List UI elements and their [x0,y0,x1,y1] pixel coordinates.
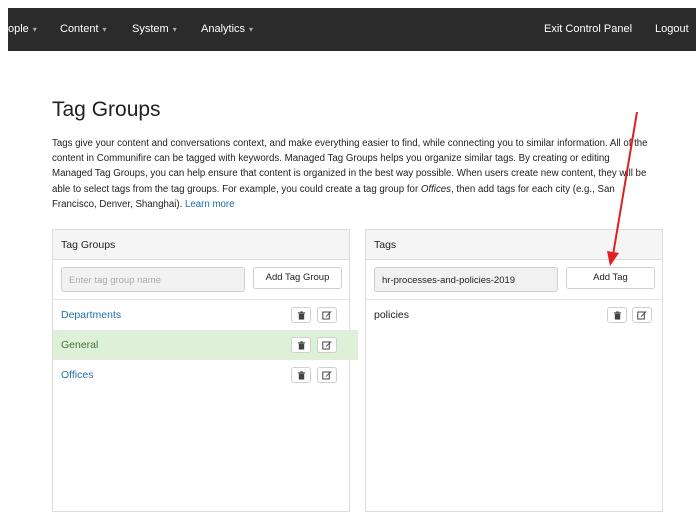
tags-panel-title: Tags [366,230,662,260]
learn-more-link[interactable]: Learn more [185,199,235,210]
delete-group-button[interactable] [291,307,311,323]
tag-group-label: General [61,339,99,351]
nav-item-content[interactable]: Content ▾ [60,23,107,35]
chevron-down-icon: ▾ [249,25,254,34]
nav-item-label: Content [60,23,99,35]
trash-icon [613,310,621,320]
tag-item-policies: policies [366,300,662,330]
tag-group-item-departments[interactable]: Departments [53,300,349,330]
trash-icon [297,340,305,350]
add-tag-button[interactable]: Add Tag [566,267,655,289]
logout-link[interactable]: Logout [655,23,689,35]
delete-group-button[interactable] [291,337,311,353]
trash-icon [297,370,305,380]
intro-emphasis: Offices [420,183,452,195]
tag-group-item-offices[interactable]: Offices [53,360,349,390]
chevron-down-icon: ▾ [172,25,177,34]
edit-group-button[interactable] [317,307,337,323]
window-edge [0,0,8,520]
add-tag-group-button[interactable]: Add Tag Group [253,267,342,289]
tags-panel: Tags hr-processes-and-policies-2019 Add … [365,229,663,512]
tag-group-name-input[interactable]: Enter tag group name [61,267,245,292]
delete-tag-button[interactable] [607,307,627,323]
exit-control-panel-link[interactable]: Exit Control Panel [544,23,632,35]
tag-groups-panel: Tag Groups Enter tag group name Add Tag … [52,229,358,512]
tag-name-input[interactable]: hr-processes-and-policies-2019 [374,267,558,292]
page-title: Tag Groups [52,98,161,121]
tag-group-label: Offices [61,369,94,381]
edit-icon [637,311,647,320]
intro-paragraph: Tags give your content and conversations… [52,136,652,212]
trash-icon [297,310,305,320]
nav-item-label: System [132,23,169,35]
edit-group-button[interactable] [317,337,337,353]
chevron-down-icon: ▾ [32,25,37,34]
tag-label: policies [374,309,410,321]
top-navigation-bar: ople ▾ Content ▾ System ▾ Analytics ▾ Exit C… [8,8,696,51]
nav-item-analytics[interactable]: Analytics ▾ [201,23,253,35]
edit-icon [322,371,332,380]
chevron-down-icon: ▾ [102,25,107,34]
tag-group-item-general[interactable]: General [53,330,358,360]
nav-item-people[interactable]: ople ▾ [8,23,37,35]
edit-group-button[interactable] [317,367,337,383]
nav-item-system[interactable]: System ▾ [132,23,177,35]
nav-item-label: ople [8,23,29,35]
tag-groups-panel-title: Tag Groups [53,230,349,260]
edit-icon [322,311,332,320]
edit-tag-button[interactable] [632,307,652,323]
delete-group-button[interactable] [291,367,311,383]
tag-group-label: Departments [61,309,122,321]
edit-icon [322,341,332,350]
nav-item-label: Analytics [201,23,246,35]
